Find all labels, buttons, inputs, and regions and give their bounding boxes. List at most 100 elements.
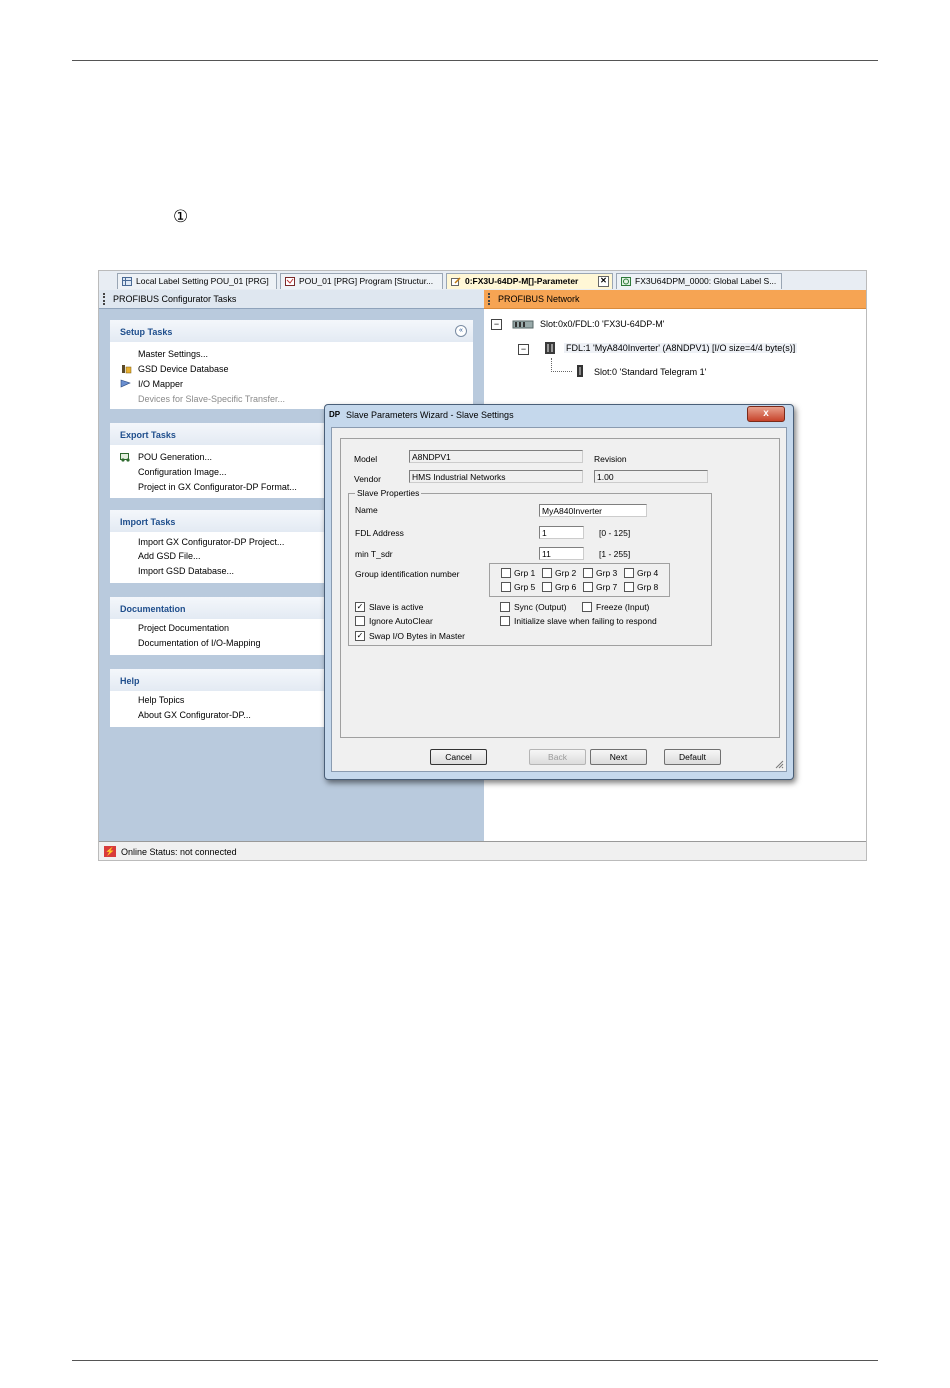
group-header[interactable]: Setup Tasks «	[110, 320, 473, 342]
dialog-title-bar[interactable]: DP Slave Parameters Wizard - Slave Setti…	[325, 405, 793, 425]
disconnected-icon: ⚡	[104, 846, 116, 857]
footer-rule	[72, 1360, 878, 1361]
default-button[interactable]: Default	[664, 749, 721, 765]
status-bar: ⚡ Online Status: not connected	[99, 841, 866, 860]
label-table-icon	[122, 277, 132, 286]
slave-properties-group: Slave Properties Name MyA840Inverter FDL…	[348, 488, 712, 646]
grp-6-label: Grp 6	[555, 582, 577, 592]
vendor-field: HMS Industrial Networks	[409, 470, 583, 483]
revision-label: Revision	[594, 454, 627, 464]
model-label: Model	[354, 454, 378, 464]
grp-4-checkbox[interactable]	[624, 568, 634, 578]
fdl-address-range: [0 - 125]	[599, 528, 631, 538]
task-import-gsd-database[interactable]: Import GSD Database...	[138, 566, 234, 576]
close-dialog-icon[interactable]: x	[747, 406, 785, 422]
task-about[interactable]: About GX Configurator-DP...	[138, 710, 251, 720]
network-pane-header: PROFIBUS Network	[484, 290, 866, 309]
sync-output-label: Sync (Output)	[514, 602, 567, 612]
grp-7-checkbox[interactable]	[583, 582, 593, 592]
ignore-autoclear-checkbox[interactable]	[355, 616, 365, 626]
min-tsdr-label: min T_sdr	[355, 549, 393, 559]
model-field: A8NDPV1	[409, 450, 583, 463]
freeze-input-label: Freeze (Input)	[596, 602, 650, 612]
swap-io-checkbox[interactable]: ✓	[355, 631, 365, 641]
grp-3-checkbox[interactable]	[583, 568, 593, 578]
slave-active-checkbox[interactable]: ✓	[355, 602, 365, 612]
back-button[interactable]: Back	[529, 749, 586, 765]
tab-label: Local Label Setting POU_01 [PRG]	[136, 276, 269, 286]
tab-label: FX3U64DPM_0000: Global Label S...	[635, 276, 777, 286]
tree-master-node[interactable]: Slot:0x0/FDL:0 'FX3U-64DP-M'	[540, 319, 664, 329]
collapse-node-icon[interactable]: −	[518, 344, 529, 355]
tab-pou-program[interactable]: POU_01 [PRG] Program [Structur...	[280, 273, 443, 289]
freeze-input-checkbox[interactable]	[582, 602, 592, 612]
task-pou-generation[interactable]: POU Generation...	[120, 452, 212, 462]
task-devices-slave-transfer[interactable]: Devices for Slave-Specific Transfer...	[138, 394, 285, 404]
collapse-node-icon[interactable]: −	[491, 319, 502, 330]
grp-3-label: Grp 3	[596, 568, 618, 578]
init-slave-label: Initialize slave when failing to respond	[514, 616, 657, 626]
slave-active-label: Slave is active	[369, 602, 424, 612]
screenshot-window: Local Label Setting POU_01 [PRG] POU_01 …	[98, 270, 867, 861]
grp-8-checkbox[interactable]	[624, 582, 634, 592]
tab-global-label[interactable]: FX3U64DPM_0000: Global Label S...	[616, 273, 782, 289]
resize-grip-icon[interactable]	[775, 760, 784, 769]
task-configuration-image[interactable]: Configuration Image...	[138, 467, 227, 477]
name-input[interactable]: MyA840Inverter	[539, 504, 647, 517]
group-title: Import Tasks	[120, 517, 176, 527]
collapse-icon[interactable]: «	[455, 325, 467, 337]
cancel-button[interactable]: Cancel	[430, 749, 487, 765]
gsd-database-icon	[122, 365, 132, 374]
dialog-client-area: Model A8NDPV1 Revision Vendor HMS Indust…	[331, 427, 787, 772]
tree-slave-node[interactable]: FDL:1 'MyA840Inverter' (A8NDPV1) [I/O si…	[564, 343, 798, 353]
inverter-device-icon	[545, 342, 555, 354]
min-tsdr-input[interactable]: 11	[539, 547, 584, 560]
group-title: Help	[120, 676, 140, 686]
settings-frame: Model A8NDPV1 Revision Vendor HMS Indust…	[340, 438, 780, 738]
name-label: Name	[355, 505, 378, 515]
program-icon	[285, 277, 295, 286]
grp-1-label: Grp 1	[514, 568, 536, 578]
sync-output-checkbox[interactable]	[500, 602, 510, 612]
group-checkbox-box: Grp 1 Grp 2 Grp 3 Grp 4 Grp 5 Grp 6 Grp …	[489, 563, 670, 597]
task-help-topics[interactable]: Help Topics	[138, 695, 184, 705]
task-add-gsd-file[interactable]: Add GSD File...	[138, 551, 201, 561]
dp-icon: DP	[329, 410, 341, 419]
group-title: Documentation	[120, 604, 186, 614]
tree-slot-node[interactable]: Slot:0 'Standard Telegram 1'	[594, 367, 706, 377]
io-mapper-icon	[120, 379, 131, 388]
task-gsd-device-database[interactable]: GSD Device Database	[122, 364, 229, 374]
tab-label: POU_01 [PRG] Program [Structur...	[299, 276, 434, 286]
task-project-documentation[interactable]: Project Documentation	[138, 623, 229, 633]
grp-5-checkbox[interactable]	[501, 582, 511, 592]
slave-parameters-dialog: DP Slave Parameters Wizard - Slave Setti…	[324, 404, 794, 780]
task-io-mapping-documentation[interactable]: Documentation of I/O-Mapping	[138, 638, 261, 648]
tab-label: 0:FX3U-64DP-M[]-Parameter	[465, 276, 579, 286]
online-status-text: Online Status: not connected	[121, 847, 237, 857]
grp-6-checkbox[interactable]	[542, 582, 552, 592]
group-title: Setup Tasks	[120, 327, 173, 337]
swap-io-label: Swap I/O Bytes in Master	[369, 631, 465, 641]
task-master-settings[interactable]: Master Settings...	[138, 349, 208, 359]
init-slave-checkbox[interactable]	[500, 616, 510, 626]
pane-grip-icon	[103, 293, 107, 305]
tasks-pane-title: PROFIBUS Configurator Tasks	[113, 294, 237, 304]
task-project-configurator-format[interactable]: Project in GX Configurator-DP Format...	[138, 482, 297, 492]
close-tab-icon[interactable]: ✕	[598, 276, 609, 287]
next-button[interactable]: Next	[590, 749, 647, 765]
tab-parameter[interactable]: 0:FX3U-64DP-M[]-Parameter ✕	[446, 273, 613, 289]
step-marker: ①	[173, 207, 189, 227]
task-io-mapper[interactable]: I/O Mapper	[120, 379, 183, 389]
document-tab-strip: Local Label Setting POU_01 [PRG] POU_01 …	[99, 271, 866, 291]
dialog-title: Slave Parameters Wizard - Slave Settings	[346, 410, 514, 420]
tasks-pane-header: PROFIBUS Configurator Tasks	[99, 290, 484, 309]
grp-1-checkbox[interactable]	[501, 568, 511, 578]
grp-2-checkbox[interactable]	[542, 568, 552, 578]
header-rule	[72, 60, 878, 61]
task-import-project[interactable]: Import GX Configurator-DP Project...	[138, 537, 284, 547]
tab-local-label-setting[interactable]: Local Label Setting POU_01 [PRG]	[117, 273, 277, 289]
group-id-label: Group identification number	[355, 569, 460, 579]
pane-grip-icon	[488, 293, 492, 305]
grp-5-label: Grp 5	[514, 582, 536, 592]
fdl-address-input[interactable]: 1	[539, 526, 584, 539]
